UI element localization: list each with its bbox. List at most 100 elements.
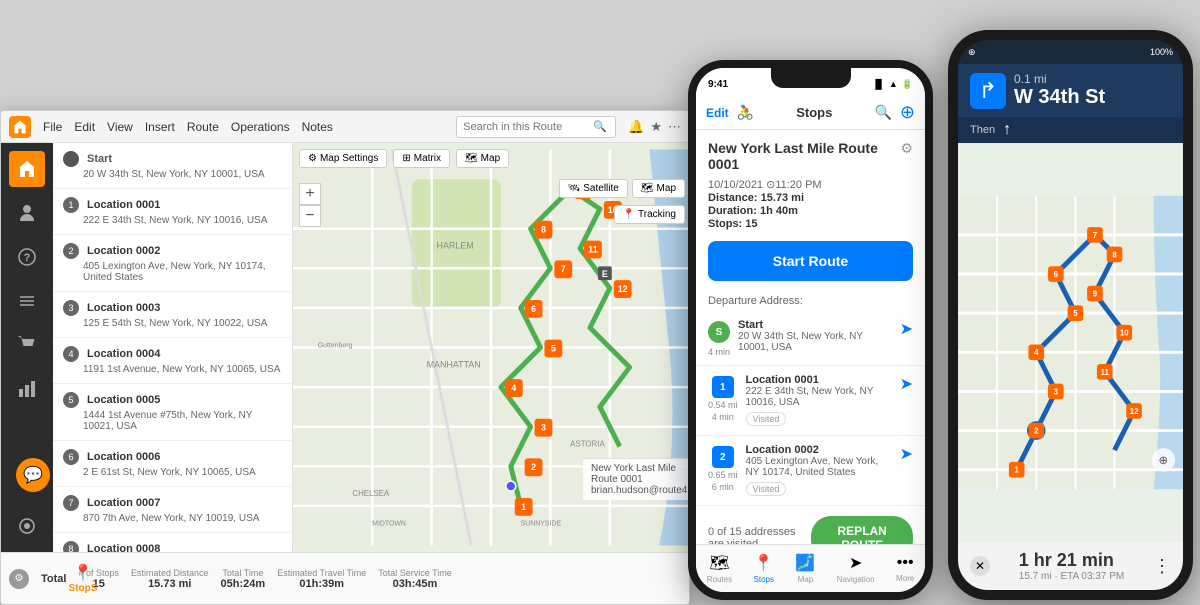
stops-icon: 📍 [73, 563, 93, 583]
sidebar-cart[interactable] [9, 327, 45, 363]
map-toggle-button[interactable]: 🗺 Map [632, 179, 685, 198]
bottom-settings-icon[interactable]: ⚙ [9, 569, 29, 589]
stop-number: 1 [63, 197, 79, 213]
map-settings-label: Map Settings [320, 153, 378, 164]
list-item[interactable]: 8 Location 0008 533 W 47th St, New York,… [53, 533, 292, 552]
stop-name: Start [738, 319, 892, 331]
nav-distance: 0.1 mi [1014, 72, 1171, 86]
menu-notes[interactable]: Notes [302, 120, 333, 134]
start-route-button[interactable]: Start Route [708, 241, 913, 281]
stops-nav-icon: 📍 [754, 553, 774, 573]
menu-insert[interactable]: Insert [145, 120, 175, 134]
tracking-button[interactable]: 📍 Tracking [614, 205, 685, 224]
stop-item-2[interactable]: 2 0.65 mi 6 min Location 0002 405 Lexing… [696, 436, 925, 506]
nav-navigation[interactable]: ➤ Navigation [837, 553, 875, 584]
nav-arrow-2[interactable]: ➤ [900, 444, 913, 464]
tab-edit[interactable]: Edit [706, 106, 729, 120]
service-stat: Total Service Time 03h:45m [378, 568, 452, 590]
stop-title: Location 0003 [87, 302, 160, 314]
nav-stops-active[interactable]: 📍 Stops [754, 553, 774, 584]
phone-tab-bar: Edit 🚴 Stops 🔍 ⊕ [696, 96, 925, 130]
stop-item-1[interactable]: 1 0.54 mi 4 min Location 0001 222 E 34th… [696, 366, 925, 436]
nav-map[interactable]: 🗾 Map [795, 553, 815, 584]
sidebar-help[interactable]: ? [9, 239, 45, 275]
add-stop-icon[interactable]: ⊕ [900, 102, 915, 123]
nav-arrow-icon[interactable]: ➤ [900, 319, 913, 339]
zoom-out-button[interactable]: − [299, 205, 321, 227]
chat-bubble[interactable]: 💬 [16, 458, 50, 492]
star-icon[interactable]: ★ [650, 119, 662, 135]
nav-arrow-1[interactable]: ➤ [900, 374, 913, 394]
departure-section: Departure Address: [696, 291, 925, 311]
sidebar-routes[interactable] [9, 283, 45, 319]
settings-gear-icon[interactable]: ⚙ [900, 140, 913, 157]
sidebar-users[interactable] [9, 195, 45, 231]
menu-edit[interactable]: Edit [74, 120, 95, 134]
map-toggle-icon: 🗺 [641, 183, 654, 194]
replan-bar: 0 of 15 addresses are visited REPLAN ROU… [696, 506, 925, 544]
menu-file[interactable]: File [43, 120, 62, 134]
phone-route-header: New York Last Mile Route 0001 ⚙ [696, 130, 925, 178]
satellite-button[interactable]: 🛰 Satellite [559, 179, 628, 198]
turn-direction-icon: ↱ [979, 78, 997, 104]
list-item[interactable]: 3 Location 0003 125 E 54th St, New York,… [53, 292, 292, 338]
list-item[interactable]: 2 Location 0002 405 Lexington Ave, New Y… [53, 235, 292, 292]
eta-more-button[interactable]: ⋮ [1153, 556, 1171, 577]
nav-more[interactable]: ••• More [896, 554, 914, 583]
stop-number: 8 [63, 541, 79, 552]
map-nav-icon: 🗾 [795, 553, 815, 573]
bell-icon[interactable]: 🔔 [628, 119, 644, 135]
sidebar-settings[interactable] [9, 508, 45, 544]
search-icon: 🔍 [593, 120, 607, 133]
stop-item-start[interactable]: S 4 min Start 20 W 34th St, New York, NY… [696, 311, 925, 366]
search-input[interactable] [463, 121, 593, 133]
menu-route[interactable]: Route [187, 120, 219, 134]
phone-status-right: ▐▌ ▲ 🔋 [872, 79, 913, 90]
map-top-right: 🛰 Satellite 🗺 Map [559, 179, 685, 198]
progress-text: 0 of 15 addresses are visited [708, 526, 811, 544]
tab-stops-center[interactable]: Stops [762, 105, 866, 120]
svg-text:12: 12 [1130, 407, 1139, 416]
stop-title: Location 0002 [87, 245, 160, 257]
nav-routes[interactable]: 🗺 Routes [707, 553, 732, 584]
svg-text:6: 6 [531, 304, 536, 314]
list-item[interactable]: Start 20 W 34th St, New York, NY 10001, … [53, 143, 292, 189]
sidebar-home[interactable] [9, 151, 45, 187]
list-item[interactable]: 7 Location 0007 870 7th Ave, New York, N… [53, 487, 292, 533]
eta-close-button[interactable]: ✕ [970, 556, 990, 576]
svg-text:MANHATTAN: MANHATTAN [427, 359, 481, 369]
map-view-button[interactable]: 🗺 Map [456, 149, 509, 168]
stop-title: Location 0008 [87, 543, 160, 552]
stop-number: 7 [63, 495, 79, 511]
sidebar-analytics[interactable] [9, 371, 45, 407]
tracking-bar: 📍 Tracking [614, 205, 685, 224]
map-toggle-label: Map [657, 183, 676, 194]
chat-icon: 💬 [23, 465, 43, 485]
list-item[interactable]: 4 Location 0004 1191 1st Avenue, New Yor… [53, 338, 292, 384]
navigation-label: Navigation [837, 575, 875, 584]
phone2-status-bar: ⊕ 100% [958, 40, 1183, 64]
routes-label: Routes [707, 575, 732, 584]
stop-info-start: Start 20 W 34th St, New York, NY 10001, … [738, 319, 892, 353]
stop-address: 1444 1st Avenue #75th, New York, NY 1002… [83, 410, 282, 432]
map-icon: 🗺 [465, 153, 478, 164]
stop-number [63, 151, 79, 167]
stop-title: Location 0007 [87, 497, 160, 509]
replan-button[interactable]: REPLAN ROUTE [811, 516, 913, 544]
options-icon[interactable]: ⋯ [668, 119, 681, 135]
svg-text:Guttenberg: Guttenberg [318, 343, 353, 350]
stops-bottom-label: 📍 StopS [53, 552, 113, 604]
signal-icon: ▐▌ [872, 79, 885, 89]
distance-label: Estimated Distance [131, 568, 209, 578]
list-item[interactable]: 6 Location 0006 2 E 61st St, New York, N… [53, 441, 292, 487]
menu-view[interactable]: View [107, 120, 133, 134]
list-item[interactable]: 1 Location 0001 222 E 34th St, New York,… [53, 189, 292, 235]
menu-operations[interactable]: Operations [231, 120, 290, 134]
search-phone-icon[interactable]: 🔍 [874, 104, 891, 121]
list-item[interactable]: 5 Location 0005 1444 1st Avenue #75th, N… [53, 384, 292, 441]
zoom-in-button[interactable]: + [299, 183, 321, 205]
map-settings-button[interactable]: ⚙ Map Settings [299, 149, 387, 168]
nav-street-name: W 34th St [1014, 86, 1171, 109]
travel-label: Estimated Travel Time [277, 568, 366, 578]
matrix-button[interactable]: ⊞ Matrix [393, 149, 450, 168]
